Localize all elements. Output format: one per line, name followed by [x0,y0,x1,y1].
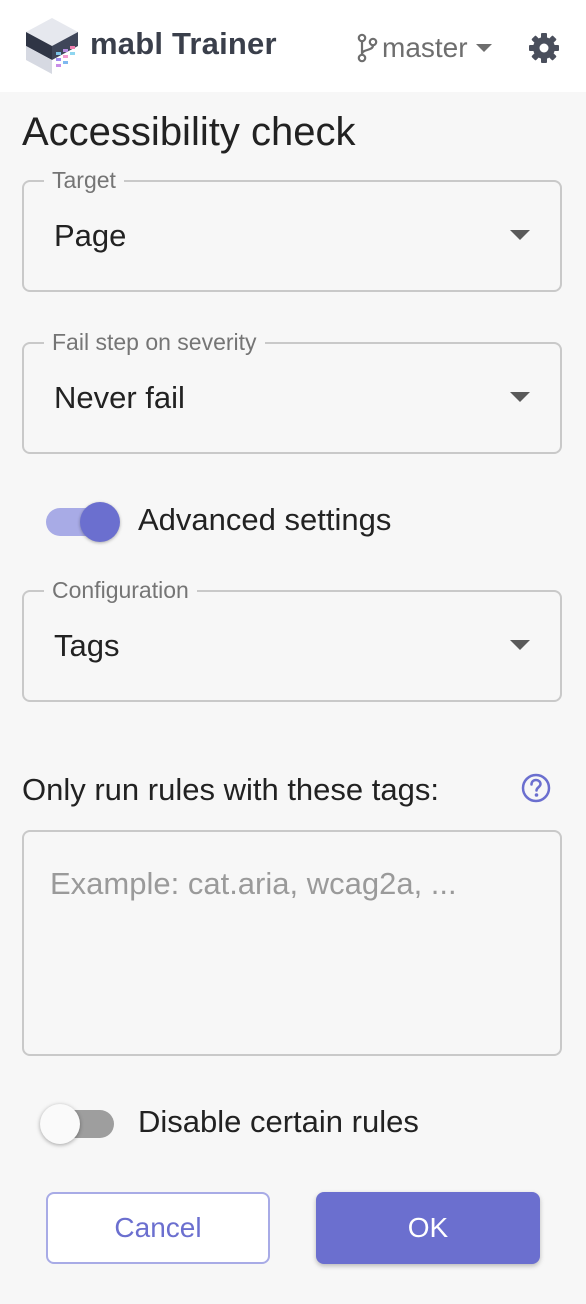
advanced-settings-label: Advanced settings [138,502,392,537]
gear-icon[interactable] [528,32,560,64]
disable-rules-toggle[interactable] [40,1102,116,1144]
branch-selector[interactable]: master [356,30,496,66]
page-title: Accessibility check [22,110,356,154]
configuration-label: Configuration [44,576,197,604]
question-circle-icon[interactable] [520,772,552,804]
chevron-down-icon [510,640,530,650]
target-select[interactable]: Target Page [22,166,562,292]
branch-name: master [382,32,468,63]
ok-button[interactable]: OK [316,1192,540,1264]
severity-label: Fail step on severity [44,328,265,356]
configuration-select[interactable]: Configuration Tags [22,576,562,702]
tags-input[interactable] [22,830,562,1056]
app-header: mabl Trainer master [0,0,586,92]
cancel-button[interactable]: Cancel [46,1192,270,1264]
severity-select[interactable]: Fail step on severity Never fail [22,328,562,454]
chevron-down-icon [475,44,492,52]
chevron-down-icon [510,392,530,402]
git-branch-icon [357,33,378,63]
chevron-down-icon [510,230,530,240]
tags-label: Only run rules with these tags: [22,772,439,807]
disable-rules-label: Disable certain rules [138,1104,419,1139]
target-value: Page [54,218,127,253]
mabl-logo-icon [26,18,78,74]
configuration-value: Tags [54,628,120,663]
toggle-knob [80,502,120,542]
target-label: Target [44,166,124,194]
app-title: mabl Trainer [90,26,277,61]
severity-value: Never fail [54,380,185,415]
toggle-knob [40,1104,80,1144]
advanced-settings-toggle[interactable] [46,502,120,542]
